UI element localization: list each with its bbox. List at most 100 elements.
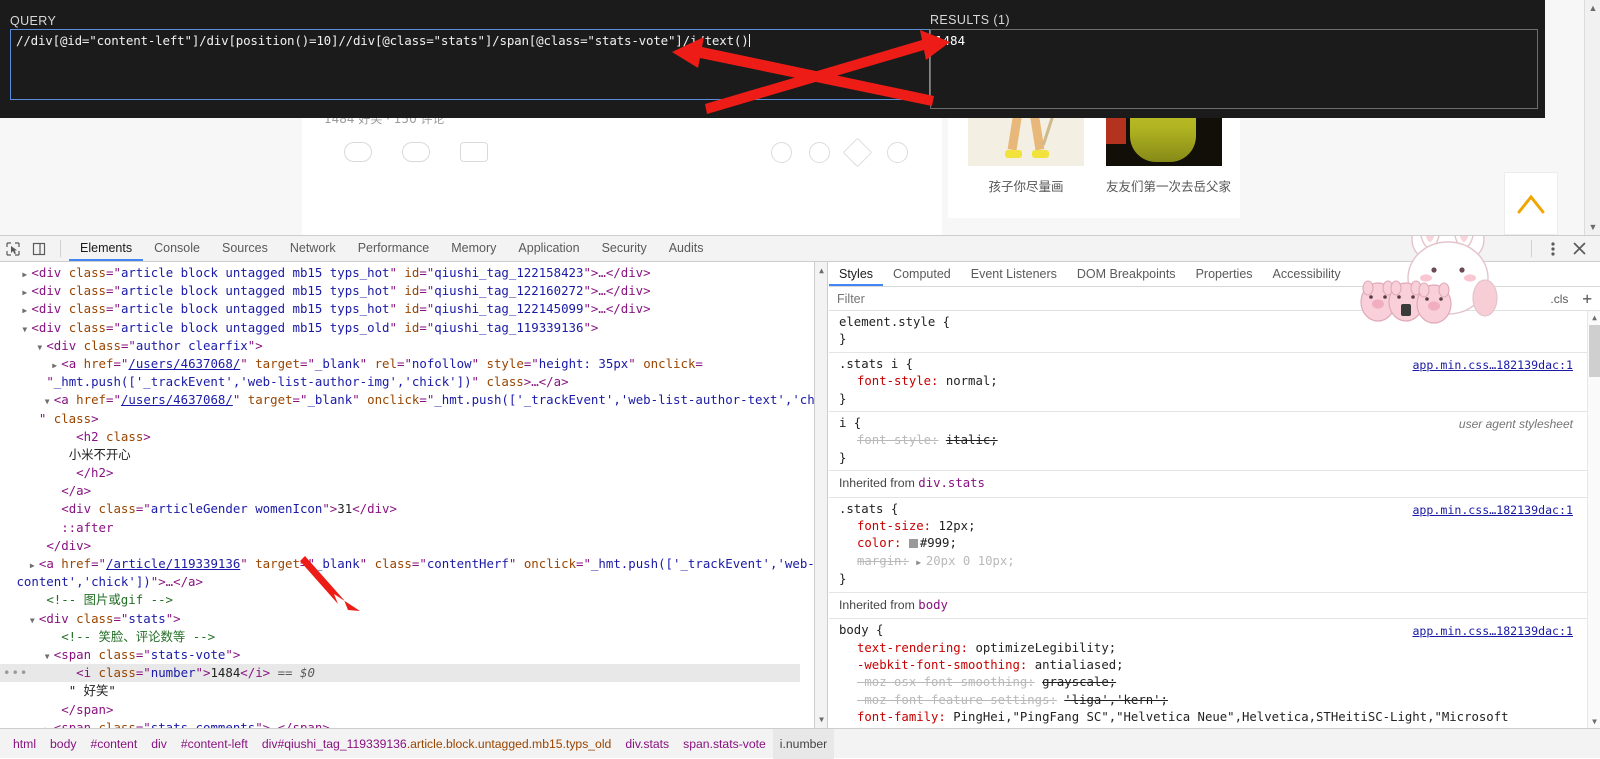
new-style-rule-button[interactable]: + (1574, 290, 1600, 307)
devtools-tab-network[interactable]: Network (279, 236, 347, 261)
styles-scrollbar-thumb[interactable] (1589, 325, 1600, 377)
stylesheet-source-link[interactable]: app.min.css…182139dac:1 (1412, 623, 1573, 640)
devtools-tab-memory[interactable]: Memory (440, 236, 507, 261)
styles-tab-properties[interactable]: Properties (1186, 262, 1263, 286)
breadcrumb-item[interactable]: #content-left (174, 729, 255, 759)
splitter-down-arrow-icon[interactable]: ▼ (815, 713, 828, 726)
dom-tree-line[interactable]: ••• <i class="number">1484</i> == $0 (0, 664, 800, 683)
css-property-name[interactable]: font-style: (839, 433, 938, 447)
css-property-value[interactable]: optimizeLegibility; (975, 641, 1116, 655)
scroll-down-arrow-icon[interactable]: ▼ (1585, 219, 1600, 235)
css-property-name[interactable]: color: (839, 536, 901, 550)
css-declaration[interactable]: -moz-font-feature-settings: 'liga','kern… (839, 692, 1587, 709)
dom-tree-line[interactable]: "_hmt.push(['_trackEvent','web-list-auth… (0, 373, 800, 391)
css-property-value[interactable]: 'liga','kern'; (1064, 693, 1168, 707)
dom-tree-line[interactable]: ▼ <span class="stats-vote"> (0, 646, 800, 664)
css-property-name[interactable]: -webkit-font-smoothing: (839, 658, 1027, 672)
css-declaration[interactable]: font-style: italic; (839, 432, 1587, 449)
stylesheet-source-link[interactable]: app.min.css…182139dac:1 (1412, 357, 1573, 374)
dom-tree-line[interactable]: ▼ <a href="/users/4637068/" target="_blan… (0, 391, 814, 409)
dom-tree-line[interactable]: ▼ <div class="stats"> (0, 610, 800, 628)
dom-tree-line[interactable]: </div> (0, 537, 800, 555)
dom-tree-line[interactable]: ::after (0, 519, 800, 537)
dom-tree-line[interactable]: " class> (0, 410, 800, 428)
expand-shorthand-icon[interactable]: ▶ (916, 558, 926, 567)
node-more-icon[interactable]: ••• (3, 664, 28, 682)
breadcrumb-item[interactable]: html (6, 729, 43, 759)
breadcrumb-item[interactable]: body (43, 729, 83, 759)
dom-tree-line[interactable]: content','chick'])">…</a> (0, 573, 800, 591)
breadcrumb-item[interactable]: span.stats-vote (676, 729, 773, 759)
breadcrumb-item[interactable]: div.stats (618, 729, 676, 759)
comment-button-icon[interactable] (460, 142, 488, 162)
splitter-up-arrow-icon[interactable]: ▲ (815, 264, 828, 277)
css-property-name[interactable]: text-rendering: (839, 641, 968, 655)
styles-scrollbar[interactable]: ▲ ▼ (1587, 311, 1600, 728)
dom-tree-line[interactable]: 小米不开心 (0, 446, 800, 464)
breadcrumb-item[interactable]: div (144, 729, 174, 759)
dom-tree-line[interactable]: </h2> (0, 464, 800, 482)
dom-tree-line[interactable]: <!-- 笑脸、评论数等 --> (0, 628, 800, 646)
css-property-value[interactable]: antialiased; (1035, 658, 1124, 672)
collapsed-triangle-icon[interactable]: ▶ (45, 721, 54, 728)
dom-tree-line[interactable]: ▼ <div class="article block untagged mb15… (0, 319, 800, 337)
dom-tree-line[interactable]: ▶ <div class="article block untagged mb15… (0, 282, 800, 300)
breadcrumb-item[interactable]: #content (83, 729, 144, 759)
css-declaration[interactable]: text-rendering: optimizeLegibility; (839, 640, 1587, 657)
dom-tree-line[interactable]: <div class="articleGender womenIcon">31<… (0, 500, 800, 518)
dom-tree-line[interactable]: ▶ <a href="/article/119339136" target="_b… (0, 555, 814, 573)
inspect-cursor-icon[interactable] (0, 237, 26, 261)
css-selector[interactable]: element.style { (839, 314, 1587, 331)
dom-tree-line[interactable]: ▶<span class="stats-comments">…</span> (0, 719, 800, 728)
css-property-value[interactable]: 20px 0 10px; (926, 554, 1015, 568)
css-property-name[interactable]: font-size: (839, 519, 931, 533)
css-declaration[interactable]: font-style: normal; (839, 373, 1587, 390)
dom-tree-line[interactable]: <!-- 图片或gif --> (0, 591, 800, 609)
close-icon[interactable] (1566, 237, 1592, 261)
dom-tree-line[interactable]: ▶ <div class="article block untagged mb15… (0, 264, 800, 282)
thumbs-up-icon[interactable] (887, 142, 908, 163)
color-swatch[interactable] (908, 539, 918, 549)
emoji-icon[interactable] (771, 142, 792, 163)
css-selector-text[interactable]: .stats { (839, 502, 898, 516)
css-property-name[interactable]: font-style: (839, 374, 938, 388)
more-options-icon[interactable] (1540, 237, 1566, 261)
css-property-value[interactable]: grayscale; (1042, 675, 1116, 689)
styles-tab-computed[interactable]: Computed (883, 262, 961, 286)
dom-tree-line[interactable]: ▶ <div class="article block untagged mb15… (0, 300, 800, 318)
devtools-tab-console[interactable]: Console (143, 236, 211, 261)
css-property-name[interactable]: margin: (839, 554, 909, 568)
devtools-tab-security[interactable]: Security (591, 236, 658, 261)
css-selector-text[interactable]: body { (839, 623, 883, 637)
css-selector-text[interactable]: i { (839, 416, 861, 430)
dom-tree-line[interactable]: </a> (0, 482, 800, 500)
dom-tree-line[interactable]: </span> (0, 701, 800, 719)
query-input[interactable]: //div[@id="content-left"]/div[position()… (10, 29, 930, 100)
inherited-from-element[interactable]: body (918, 598, 948, 612)
dislike-button-icon[interactable] (402, 142, 430, 162)
css-property-value[interactable]: italic; (946, 433, 998, 447)
share-icon[interactable] (809, 142, 830, 163)
styles-tab-event-listeners[interactable]: Event Listeners (961, 262, 1067, 286)
breadcrumb-item[interactable]: div#qiushi_tag_119339136.article.block.u… (255, 729, 618, 759)
styles-filter-input[interactable] (837, 291, 1545, 306)
devtools-tab-elements[interactable]: Elements (69, 236, 144, 261)
toggle-class-button[interactable]: .cls (1544, 292, 1574, 306)
styles-tab-styles[interactable]: Styles (829, 262, 884, 286)
css-property-value[interactable]: normal; (946, 374, 998, 388)
dom-tree-line[interactable]: ▶ <a href="/users/4637068/" target="_blan… (0, 355, 800, 373)
breadcrumb-item[interactable]: i.number (772, 728, 835, 759)
like-button-icon[interactable] (344, 142, 372, 162)
css-selector-text[interactable]: element.style { (839, 315, 950, 329)
css-property-name[interactable]: font-family: (839, 710, 946, 724)
device-toolbar-icon[interactable] (26, 237, 52, 261)
back-to-top-button[interactable] (1504, 172, 1558, 235)
css-property-value[interactable]: #999; (920, 536, 957, 550)
stylesheet-source-link[interactable]: app.min.css…182139dac:1 (1412, 502, 1573, 519)
css-selector-text[interactable]: .stats i { (839, 357, 913, 371)
devtools-tab-performance[interactable]: Performance (347, 236, 441, 261)
css-property-value[interactable]: 12px; (938, 519, 975, 533)
dom-tree-line[interactable]: " 好笑" (0, 682, 800, 700)
scroll-up-arrow-icon[interactable]: ▲ (1588, 311, 1600, 324)
css-declaration[interactable]: -webkit-font-smoothing: antialiased; (839, 657, 1587, 674)
